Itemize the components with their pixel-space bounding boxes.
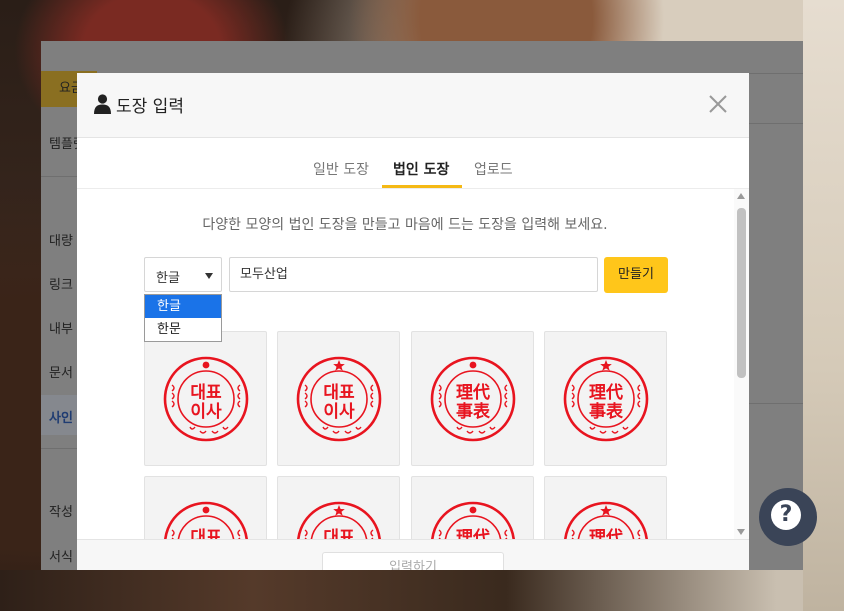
tab-corporate-stamp[interactable]: 법인 도장 — [393, 159, 449, 179]
tab-upload[interactable]: 업로드 — [474, 159, 513, 179]
stamp-option-card[interactable]: 대표이사 — [144, 476, 267, 539]
scrollbar-thumb[interactable] — [737, 208, 746, 378]
language-option-hanja[interactable]: 한문 — [145, 318, 221, 341]
corporate-stamp-image: 대표이사 — [164, 501, 248, 539]
svg-text:事表: 事表 — [456, 401, 491, 422]
language-select-value: 한글 — [156, 271, 180, 286]
active-tab-indicator — [382, 185, 462, 188]
language-select[interactable]: 한글 — [144, 257, 222, 292]
make-button[interactable]: 만들기 — [604, 257, 668, 293]
scroll-down-arrow-icon[interactable] — [737, 529, 745, 535]
svg-text:이사: 이사 — [323, 402, 355, 422]
svg-text:대표: 대표 — [190, 383, 222, 403]
modal-title: 도장 입력 — [116, 97, 184, 117]
svg-text:理代: 理代 — [589, 527, 623, 539]
app-divider — [741, 123, 803, 124]
app-topbar — [41, 41, 803, 74]
sidebar-item-form[interactable]: 서식 — [49, 546, 73, 565]
tab-general-stamp[interactable]: 일반 도장 — [313, 159, 369, 179]
corporate-stamp-image: 理代事表 — [564, 501, 648, 539]
sidebar-item-write[interactable]: 작성 — [49, 501, 73, 520]
svg-text:대표: 대표 — [323, 383, 355, 403]
user-icon — [94, 94, 111, 114]
question-icon: ? — [771, 500, 801, 530]
stamp-option-card[interactable]: 理代事表 — [411, 476, 534, 539]
stamp-option-card[interactable]: 理代事表 — [411, 331, 534, 466]
app-divider — [741, 403, 803, 404]
stamp-tabs: 일반 도장 법인 도장 업로드 — [77, 137, 749, 189]
close-icon[interactable] — [707, 93, 729, 115]
svg-text:理代: 理代 — [456, 527, 490, 539]
sidebar-item-sign[interactable]: 사인 — [49, 407, 73, 426]
corporate-stamp-image: 理代事表 — [431, 501, 515, 539]
modal-body: 다양한 모양의 법인 도장을 만들고 마음에 드는 도장을 입력해 보세요. 한… — [77, 189, 733, 539]
stamp-option-card[interactable]: 대표이사 — [277, 331, 400, 466]
company-name-input[interactable]: 모두산업 — [229, 257, 598, 292]
stamp-option-card[interactable]: 대표이사 — [144, 331, 267, 466]
description-text: 다양한 모양의 법인 도장을 만들고 마음에 드는 도장을 입력해 보세요. — [202, 217, 608, 233]
stamp-modal: 도장 입력 일반 도장 법인 도장 업로드 다양한 모양의 법인 도장을 만들고… — [77, 73, 749, 570]
modal-footer: 입력하기 — [77, 539, 749, 570]
corporate-stamp-image: 대표이사 — [296, 356, 382, 442]
scroll-up-arrow-icon[interactable] — [737, 193, 745, 199]
corporate-stamp-image: 理代事表 — [563, 356, 649, 442]
svg-text:事表: 事表 — [589, 401, 624, 422]
desktop-background-bottom — [0, 570, 844, 611]
insert-button[interactable]: 입력하기 — [322, 552, 504, 570]
corporate-stamp-image: 대표이사 — [163, 356, 249, 442]
sidebar-item-document[interactable]: 문서 — [49, 362, 73, 381]
modal-header: 도장 입력 — [77, 73, 749, 138]
stamp-option-card[interactable]: 대표이사 — [277, 476, 400, 539]
corporate-stamp-image: 대표이사 — [297, 501, 381, 539]
language-dropdown: 한글 한문 — [144, 294, 222, 342]
svg-text:대표: 대표 — [323, 528, 355, 539]
stamp-option-card[interactable]: 理代事表 — [544, 331, 667, 466]
svg-text:이사: 이사 — [190, 402, 222, 422]
corporate-stamp-image: 理代事表 — [430, 356, 516, 442]
scrollbar[interactable] — [734, 189, 749, 539]
sidebar-item-internal[interactable]: 내부 — [49, 318, 73, 337]
stamp-option-card[interactable]: 理代事表 — [544, 476, 667, 539]
caret-down-icon — [205, 273, 213, 279]
svg-text:대표: 대표 — [190, 528, 222, 539]
sidebar-item-link[interactable]: 링크 — [49, 274, 73, 293]
svg-text:理代: 理代 — [456, 382, 490, 403]
help-button[interactable]: ? — [759, 488, 817, 546]
language-option-hangul[interactable]: 한글 — [145, 295, 221, 318]
svg-text:理代: 理代 — [589, 382, 623, 403]
sidebar-item-bulk[interactable]: 대량 — [49, 230, 73, 249]
